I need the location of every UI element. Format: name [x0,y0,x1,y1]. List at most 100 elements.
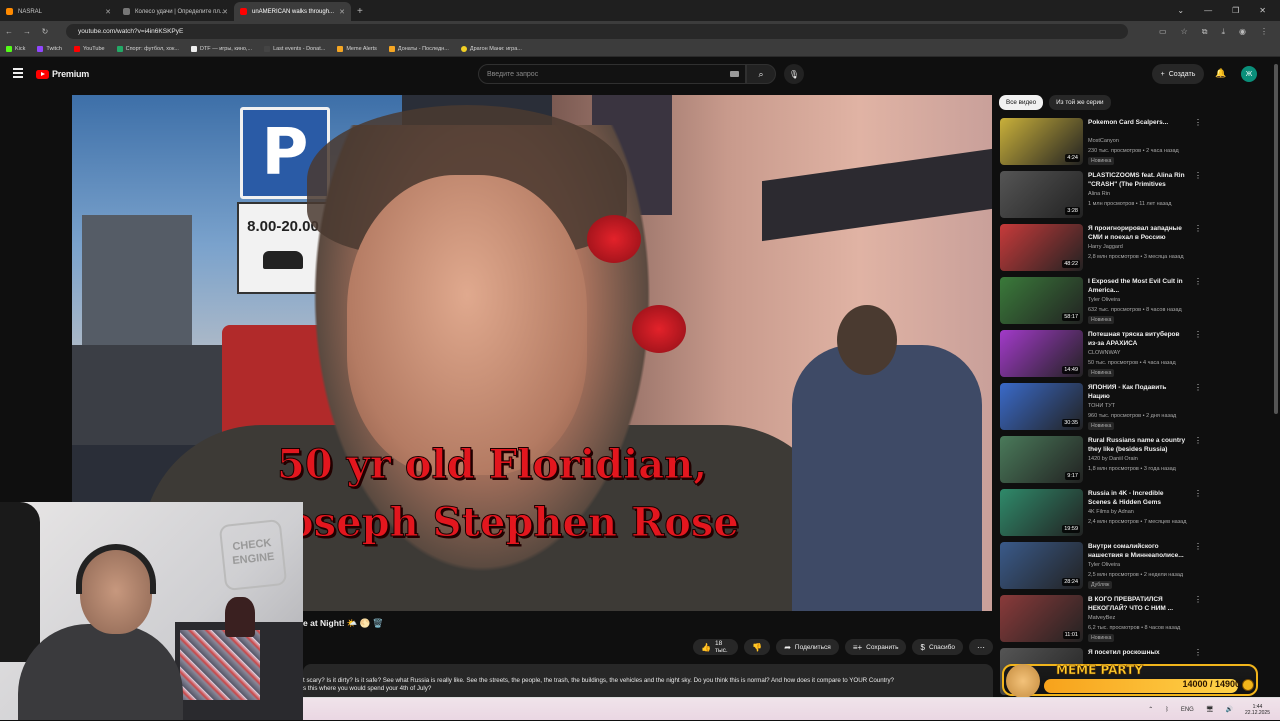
browser-tab-1[interactable]: NASRAL ✕ [0,2,117,21]
new-tab-button[interactable]: + [357,2,363,21]
search-button[interactable]: ⌕ [746,64,776,84]
video-thumbnail[interactable]: 3:28 [1000,171,1083,218]
volume-icon[interactable]: 🔊 [1225,706,1232,713]
share-button[interactable]: ➦ Поделиться [776,639,839,655]
recommendation-item[interactable]: 58:17 I Exposed the Most Evil Cult in Ame… [999,277,1267,328]
page-scrollbar[interactable] [1274,64,1278,414]
bookmark-item[interactable]: Meme Alerts [337,46,377,52]
recommendation-item[interactable]: 14:49 Потешная тряска витуберов из-за АРА… [999,330,1267,381]
extensions-icon[interactable]: ⧉ [1202,27,1208,37]
bookmark-item[interactable]: YouTube [73,46,105,52]
bookmark-item[interactable]: Донаты - Последн... [388,46,449,52]
video-thumbnail[interactable]: 58:17 [1000,277,1083,324]
clock[interactable]: 1:44 22.12.2025 [1245,704,1270,716]
more-options-icon[interactable]: ⋮ [1194,648,1202,657]
create-button[interactable]: + Создать [1152,64,1204,84]
channel-name[interactable]: 4K Films by Adnan [1088,509,1134,515]
chip-all-videos[interactable]: Все видео [999,95,1044,110]
channel-name[interactable]: Harry Jaggard [1088,244,1123,250]
video-thumbnail[interactable]: 28:24 [1000,542,1083,589]
maximize-icon[interactable]: ❐ [1232,6,1239,15]
more-options-icon[interactable]: ⋮ [1194,277,1202,286]
bookmark-item[interactable]: Twitch [37,46,62,52]
channel-name[interactable]: 1420 by Daniil Orain [1088,456,1138,462]
back-icon[interactable]: ← [0,27,18,36]
video-item-title[interactable]: Russia in 4K - Incredible Scenes & Hidde… [1088,489,1188,507]
more-options-icon[interactable]: ⋮ [1194,171,1202,180]
video-item-title[interactable]: В КОГО ПРЕВРАТИЛСЯ НЕКОГЛАЙ? ЧТО С НИМ .… [1088,595,1188,613]
close-tab-icon[interactable]: ✕ [222,8,228,16]
channel-name[interactable]: MostCanyon [1088,138,1119,144]
forward-icon[interactable]: → [18,27,36,36]
more-options-icon[interactable]: ⋮ [1194,330,1202,339]
channel-name[interactable]: Tyler Oliveira [1088,297,1120,303]
recommendation-item[interactable]: 3:28 PLASTICZOOMS feat. Alina Rin "CRASH"… [999,171,1267,222]
reload-icon[interactable]: ↻ [36,27,54,36]
video-thumbnail[interactable]: 11:01 [1000,595,1083,642]
video-item-title[interactable]: Rural Russians name a country they like … [1088,436,1188,454]
bookmark-item[interactable]: DTF — игры, кино,... [190,46,252,52]
url-field[interactable]: youtube.com/watch?v=i4in6KSKPyE [66,24,1128,39]
more-options-icon[interactable]: ⋮ [1194,436,1202,445]
tab-search-icon[interactable]: ⌄ [1177,6,1184,15]
video-item-title[interactable]: PLASTICZOOMS feat. Alina Rin "CRASH" (Th… [1088,171,1188,190]
thanks-button[interactable]: $ Спасибо [912,639,963,655]
video-item-title[interactable]: ЯПОНИЯ - Как Подавить Нацию [1088,383,1188,401]
recommendation-item[interactable]: 19:59 Russia in 4K - Incredible Scenes & … [999,489,1267,540]
channel-name[interactable]: CLOWNWAY [1088,350,1120,356]
video-item-title[interactable]: Pokemon Card Scalpers... [1088,118,1188,127]
video-thumbnail[interactable]: 4:24 [1000,118,1083,165]
menu-icon[interactable]: ⋮ [1260,27,1268,36]
video-thumbnail[interactable]: 9:17 [1000,436,1083,483]
more-options-icon[interactable]: ⋮ [1194,542,1202,551]
channel-name[interactable]: Tyler Oliveira [1088,562,1120,568]
save-button[interactable]: ≡+ Сохранить [844,639,907,655]
recommendation-item[interactable]: 48:22 Я проигнорировал западные СМИ и пое… [999,224,1267,275]
video-item-title[interactable]: Потешная тряска витуберов из-за АРАХИСА [1088,330,1188,348]
bluetooth-icon[interactable]: ᛒ [1165,707,1169,713]
more-options-icon[interactable]: ⋮ [1194,489,1202,498]
more-actions-button[interactable]: ⋯ [969,639,993,655]
network-icon[interactable]: 🖥 [1206,706,1214,713]
notifications-bell-icon[interactable]: 🔔 [1215,68,1226,79]
recommendation-item[interactable]: 9:17 Rural Russians name a country they l… [999,436,1267,487]
like-button[interactable]: 👍 18 тыс. [693,639,739,655]
channel-name[interactable]: Alina Rin [1088,191,1110,197]
youtube-logo[interactable]: Premium [36,69,89,79]
chip-same-series[interactable]: Из той же серии [1049,95,1111,110]
search-input[interactable]: Введите запрос [478,64,746,84]
keyboard-icon[interactable] [730,71,739,77]
recommendation-item[interactable]: 11:01 В КОГО ПРЕВРАТИЛСЯ НЕКОГЛАЙ? ЧТО С … [999,595,1267,646]
channel-name[interactable]: MatveyBez [1088,615,1115,621]
voice-search-button[interactable]: 🎙 [784,64,804,84]
close-tab-icon[interactable]: ✕ [105,8,111,16]
downloads-icon[interactable]: ⤓ [1221,27,1225,37]
video-item-title[interactable]: Внутри сомалийского нашествия в Миннеапо… [1088,542,1188,560]
more-options-icon[interactable]: ⋮ [1194,383,1202,392]
video-item-title[interactable]: Я посетил роскошных [1088,648,1188,657]
browser-tab-2[interactable]: Колесо удачи | Определите пл... ✕ [117,2,234,21]
bookmark-item[interactable]: Драгон Мани: игра... [460,46,522,52]
recommendation-item[interactable]: 28:24 Внутри сомалийского нашествия в Мин… [999,542,1267,593]
video-thumbnail[interactable]: 19:59 [1000,489,1083,536]
video-item-title[interactable]: Я проигнорировал западные СМИ и поехал в… [1088,224,1188,242]
tray-chevron-icon[interactable]: ⌃ [1148,706,1153,713]
more-options-icon[interactable]: ⋮ [1194,595,1202,604]
channel-name[interactable]: ТОНИ ТУТ [1088,403,1115,409]
cast-icon[interactable]: ▭ [1159,27,1167,36]
bookmark-star-icon[interactable]: ☆ [1181,27,1188,36]
browser-tab-active[interactable]: unAMERICAN walks through... ✕ [234,2,351,21]
video-thumbnail[interactable]: 14:49 [1000,330,1083,377]
more-options-icon[interactable]: ⋮ [1194,118,1202,127]
profile-icon[interactable]: ◉ [1239,27,1246,36]
account-avatar[interactable]: Ж [1241,66,1257,82]
close-window-icon[interactable]: ✕ [1259,6,1266,15]
recommendation-item[interactable]: 4:24 Pokemon Card Scalpers... MostCanyon 23… [999,118,1267,169]
more-options-icon[interactable]: ⋮ [1194,224,1202,233]
hamburger-menu-icon[interactable] [13,68,23,80]
dislike-button[interactable]: 👎 [744,639,771,655]
minimize-icon[interactable]: — [1204,6,1212,15]
bookmark-item[interactable]: Спорт: футбол, хок... [116,46,179,52]
language-indicator[interactable]: ENG [1181,707,1194,713]
close-tab-icon[interactable]: ✕ [339,8,345,16]
